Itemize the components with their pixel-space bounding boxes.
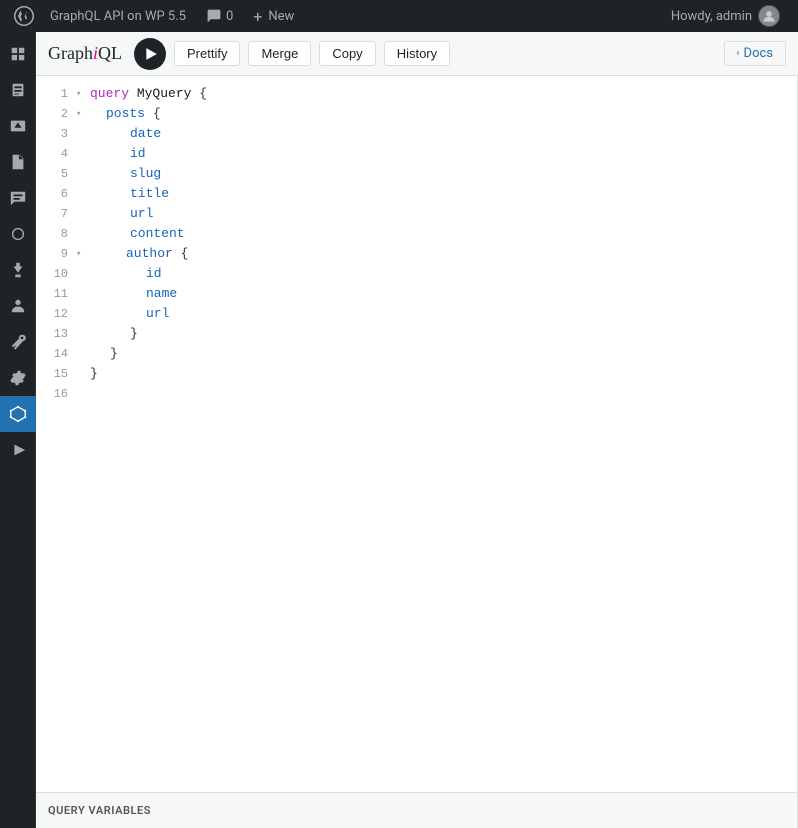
sidebar-item-play[interactable] (0, 432, 36, 468)
prettify-button[interactable]: Prettify (174, 41, 240, 66)
merge-button[interactable]: Merge (248, 41, 311, 66)
site-name[interactable]: GraphQL API on WP 5.5 (40, 0, 196, 32)
wp-logo[interactable] (8, 0, 40, 32)
code-line-6: title (76, 184, 781, 204)
new-menu-item[interactable]: + New (243, 0, 304, 32)
code-line-13: } (76, 324, 781, 344)
query-variables-bar[interactable]: QUERY VARIABLES (36, 792, 797, 828)
fold-arrow-1[interactable]: ▾ (76, 84, 90, 104)
code-line-2: ▾posts { (76, 104, 781, 124)
line-numbers: 1 2 3 4 5 6 7 8 9 10 11 12 13 (36, 84, 76, 404)
run-button[interactable] (134, 38, 166, 70)
code-line-16 (76, 384, 781, 404)
graphiql-body: 1 2 3 4 5 6 7 8 9 10 11 12 13 (36, 76, 798, 828)
sidebar-item-appearance[interactable] (0, 216, 36, 252)
avatar (758, 5, 780, 27)
code-line-11: name (76, 284, 781, 304)
sidebar-item-users[interactable] (0, 288, 36, 324)
graphiql-toolbar: GraphiQL Prettify Merge Copy History ‹ D… (36, 32, 798, 76)
code-content: ▾query MyQuery { ▾posts { date (76, 84, 797, 404)
sidebar-item-posts[interactable] (0, 72, 36, 108)
code-line-7: url (76, 204, 781, 224)
sidebar (0, 32, 36, 828)
sidebar-item-pages[interactable] (0, 144, 36, 180)
code-line-9: ▾author { (76, 244, 781, 264)
fold-arrow-2[interactable]: ▾ (76, 104, 90, 124)
sidebar-item-dashboard[interactable] (0, 36, 36, 72)
avatar-image (762, 9, 776, 23)
sidebar-item-plugins[interactable] (0, 252, 36, 288)
code-line-5: slug (76, 164, 781, 184)
fold-arrow-9[interactable]: ▾ (76, 244, 90, 264)
query-variables-label: QUERY VARIABLES (48, 804, 151, 817)
code-line-10: id (76, 264, 781, 284)
content-area: GraphiQL Prettify Merge Copy History ‹ D… (36, 32, 798, 828)
code-line-15: } (76, 364, 781, 384)
play-icon (144, 47, 158, 61)
docs-button[interactable]: ‹ Docs (724, 41, 786, 66)
chevron-left-icon: ‹ (737, 48, 740, 59)
sidebar-item-comments[interactable] (0, 180, 36, 216)
editor-pane[interactable]: 1 2 3 4 5 6 7 8 9 10 11 12 13 (36, 76, 798, 828)
comment-bubble-icon (206, 8, 222, 24)
code-line-8: content (76, 224, 781, 244)
main-layout: GraphiQL Prettify Merge Copy History ‹ D… (0, 32, 798, 828)
admin-bar: GraphQL API on WP 5.5 0 + New Howdy, adm… (0, 0, 798, 32)
user-menu[interactable]: Howdy, admin (661, 0, 790, 32)
code-line-3: date (76, 124, 781, 144)
code-line-4: id (76, 144, 781, 164)
history-button[interactable]: History (384, 41, 450, 66)
sidebar-item-graphql[interactable] (0, 396, 36, 432)
code-line-14: } (76, 344, 781, 364)
sidebar-item-settings[interactable] (0, 360, 36, 396)
sidebar-item-tools[interactable] (0, 324, 36, 360)
comments-menu-item[interactable]: 0 (196, 0, 243, 32)
code-editor[interactable]: 1 2 3 4 5 6 7 8 9 10 11 12 13 (36, 76, 797, 792)
graphiql-logo: GraphiQL (48, 43, 122, 64)
code-line-1: ▾query MyQuery { (76, 84, 781, 104)
sidebar-item-media[interactable] (0, 108, 36, 144)
code-lines: 1 2 3 4 5 6 7 8 9 10 11 12 13 (36, 84, 797, 404)
copy-button[interactable]: Copy (319, 41, 375, 66)
code-line-12: url (76, 304, 781, 324)
